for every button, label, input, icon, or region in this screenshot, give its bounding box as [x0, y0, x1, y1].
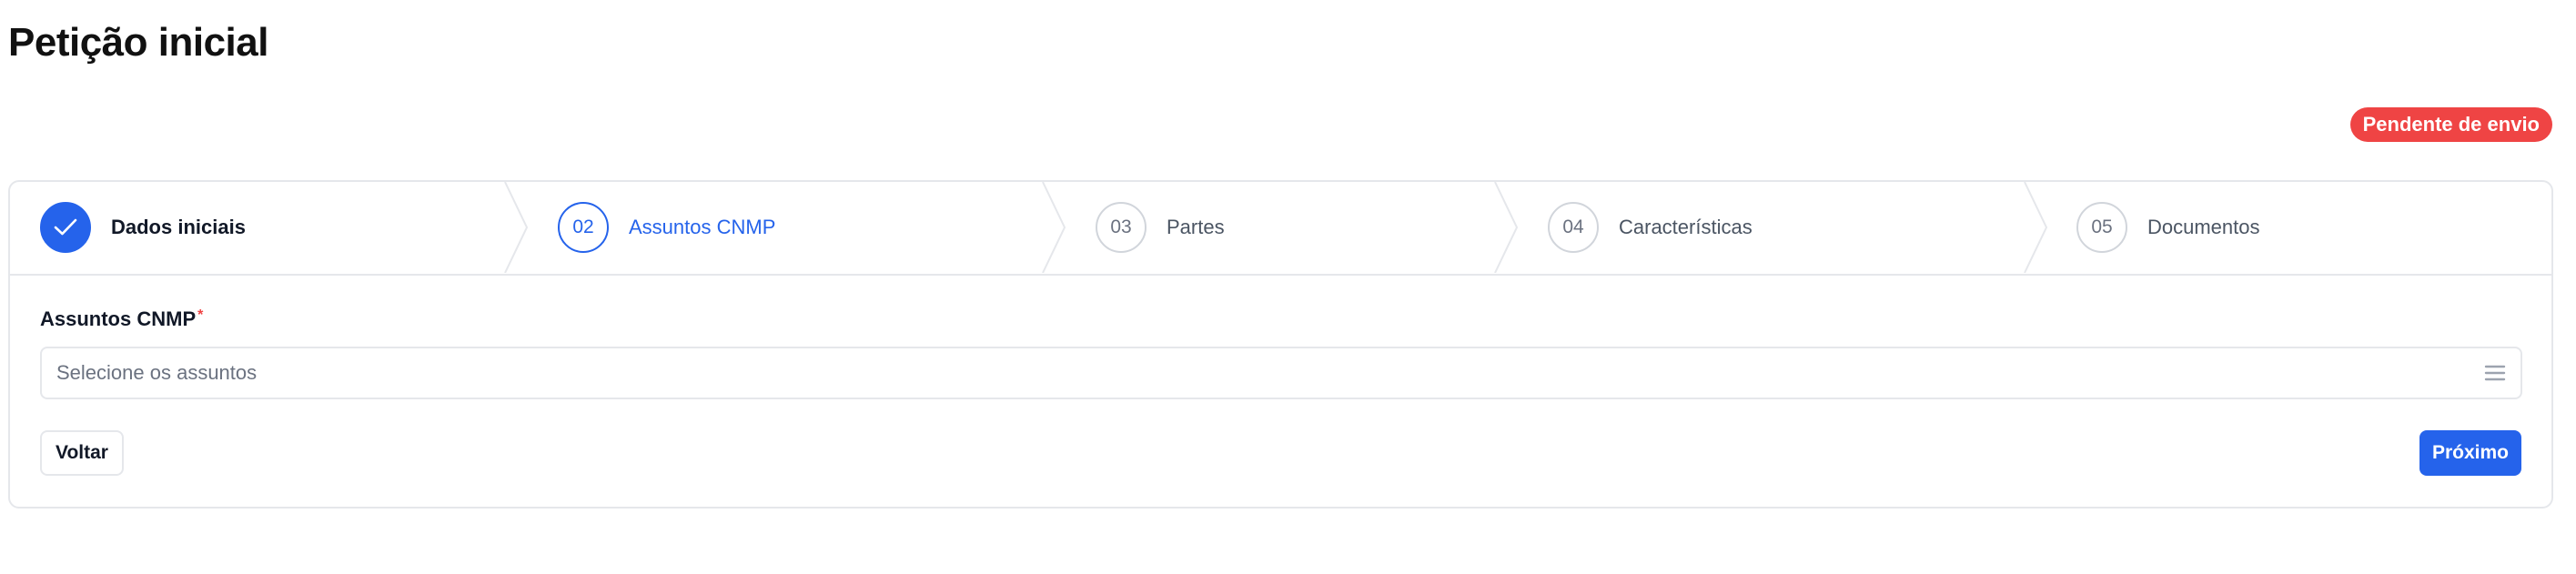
step-separator-chevron: [1042, 182, 1066, 273]
step-documentos[interactable]: 05 Documentos: [2076, 182, 2260, 273]
step-label: Partes: [1167, 216, 1225, 238]
required-mark: *: [197, 307, 204, 323]
step-caracteristicas[interactable]: 04 Características: [1548, 182, 1753, 273]
step-number: 05: [2076, 202, 2127, 253]
petition-card: Dados iniciais 02 Assuntos CNMP 03 Parte…: [8, 180, 2553, 509]
assuntos-cnmp-label: Assuntos CNMP *: [40, 307, 203, 331]
step-dados-iniciais[interactable]: Dados iniciais: [40, 182, 246, 273]
step-separator-chevron: [504, 182, 529, 273]
step-separator-chevron: [2024, 182, 2048, 273]
step-circle-done: [40, 202, 91, 253]
step-partes[interactable]: 03 Partes: [1096, 182, 1225, 273]
status-badge: Pendente de envio: [2349, 107, 2552, 142]
stepper: Dados iniciais 02 Assuntos CNMP 03 Parte…: [10, 182, 2551, 276]
step-label: Documentos: [2147, 216, 2260, 238]
back-button[interactable]: Voltar: [40, 430, 124, 476]
assuntos-select-placeholder: Selecione os assuntos: [56, 361, 258, 384]
page-title: Petição inicial: [8, 20, 268, 65]
step-number: 04: [1548, 202, 1599, 253]
step-assuntos-cnmp[interactable]: 02 Assuntos CNMP: [558, 182, 775, 273]
step-separator-chevron: [1494, 182, 1519, 273]
assuntos-cnmp-label-text: Assuntos CNMP: [40, 307, 197, 330]
step-label: Características: [1619, 216, 1753, 238]
step-number: 02: [558, 202, 609, 253]
step-label: Assuntos CNMP: [629, 216, 776, 238]
step-number: 03: [1096, 202, 1147, 253]
assuntos-select[interactable]: Selecione os assuntos: [40, 347, 2522, 399]
next-button[interactable]: Próximo: [2419, 430, 2521, 476]
list-icon: [2484, 365, 2506, 381]
step-label: Dados iniciais: [111, 216, 246, 238]
check-icon: [54, 218, 77, 236]
